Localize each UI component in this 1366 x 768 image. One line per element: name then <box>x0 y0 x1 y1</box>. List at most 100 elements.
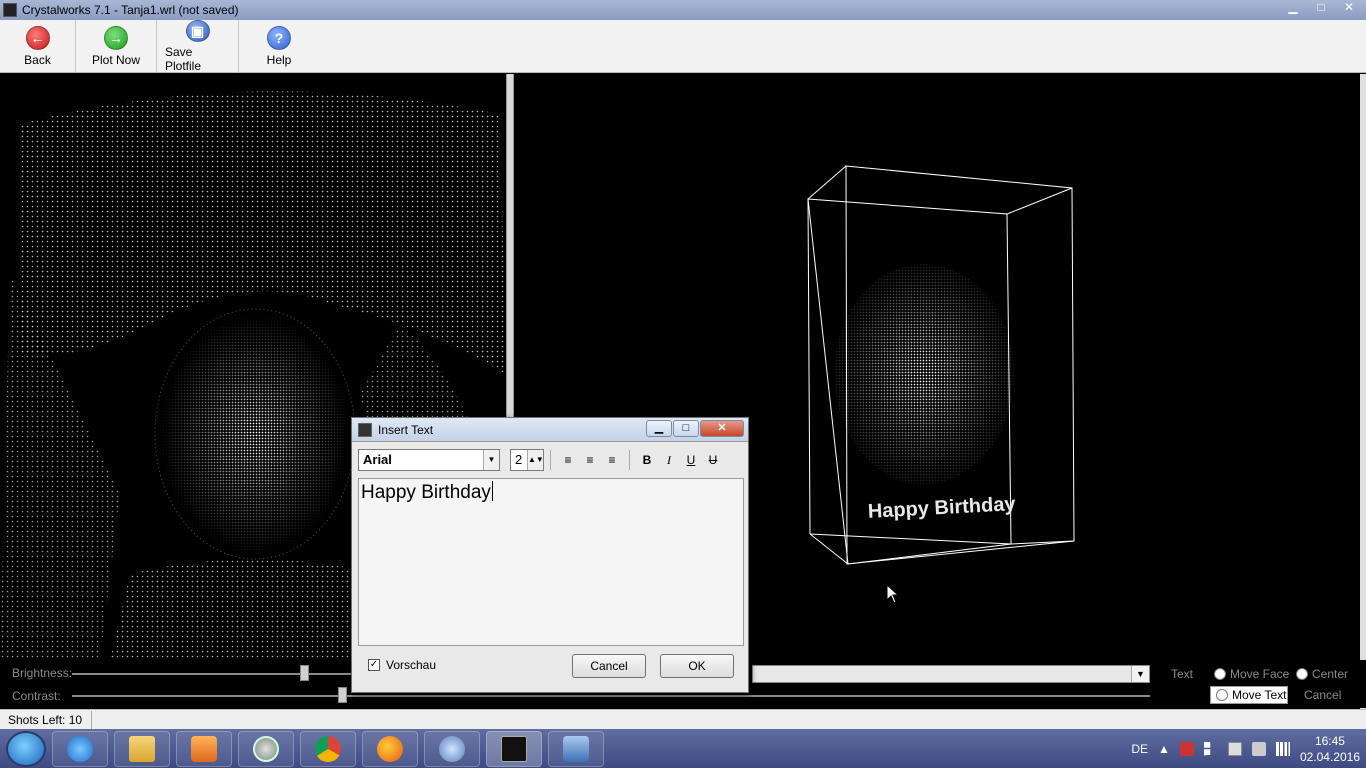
dialog-minimize-button[interactable]: ▁ <box>646 420 672 437</box>
system-clock[interactable]: 16:45 02.04.2016 <box>1300 733 1360 765</box>
forward-arrow-icon: → <box>104 26 128 50</box>
clock-time: 16:45 <box>1314 733 1345 748</box>
windows-taskbar: DE ▲ 16:45 02.04.2016 <box>0 729 1366 768</box>
toolbar-divider <box>550 450 551 470</box>
spinner-arrows-icon[interactable]: ▲▼ <box>527 450 544 470</box>
font-family-select[interactable]: Arial ▼ <box>358 449 500 471</box>
move-text-label: Move Text <box>1232 688 1287 702</box>
internet-explorer-icon <box>67 735 93 762</box>
taskbar-internet-explorer[interactable] <box>52 730 108 767</box>
font-family-value: Arial <box>363 452 392 467</box>
center-radio[interactable]: Center <box>1296 667 1348 681</box>
dialog-ok-button[interactable]: OK <box>660 654 734 678</box>
save-plotfile-label: Save Plotfile <box>165 45 202 73</box>
dialog-title: Insert Text <box>378 422 434 437</box>
text-label: Text <box>1171 667 1194 681</box>
chrome-icon <box>315 735 341 762</box>
language-indicator[interactable]: DE <box>1131 742 1148 756</box>
system-tray: DE ▲ 16:45 02.04.2016 <box>1131 729 1360 768</box>
network-signal-icon[interactable] <box>1275 741 1290 756</box>
brightness-slider-thumb[interactable] <box>300 665 309 681</box>
app-icon <box>3 3 17 17</box>
media-player-icon <box>191 735 217 762</box>
status-bar: Shots Left: 10 <box>0 709 1366 729</box>
strikethrough-button[interactable]: U <box>702 450 724 470</box>
shots-left-status: Shots Left: 10 <box>0 710 92 729</box>
help-question-icon: ? <box>267 26 291 50</box>
action-center-icon[interactable] <box>1227 741 1242 756</box>
window-titlebar: Crystalworks 7.1 - Tanja1.wrl (not saved… <box>0 0 1366 20</box>
taskbar-chrome[interactable] <box>300 730 356 767</box>
panel-cancel-button[interactable]: Cancel <box>1304 688 1341 702</box>
right-scrollbar[interactable] <box>1360 74 1366 714</box>
maximize-button[interactable]: □ <box>1308 0 1334 16</box>
plot-now-button[interactable]: → Plot Now <box>76 20 157 73</box>
brightness-label: Brightness: <box>12 666 73 680</box>
preview-checkbox-label: Vorschau <box>386 658 437 672</box>
start-button[interactable] <box>6 730 46 767</box>
taskbar-file-explorer[interactable] <box>114 730 170 767</box>
text-editor-area[interactable]: Happy Birthday <box>358 478 744 646</box>
center-label: Center <box>1312 667 1349 681</box>
font-size-value: 2 <box>515 452 523 467</box>
chevron-down-icon: ▼ <box>1131 666 1149 682</box>
move-text-radio-circle <box>1216 689 1228 701</box>
minimize-button[interactable]: ▁ <box>1280 0 1306 16</box>
preview-checkbox-box: ✓ <box>368 659 380 671</box>
floppy-disk-icon: ▣ <box>185 20 210 42</box>
dialog-cancel-button[interactable]: Cancel <box>572 654 646 678</box>
taskbar-media-player[interactable] <box>176 730 232 767</box>
dialog-footer: ✓ Vorschau Cancel OK <box>366 654 736 680</box>
tray-expand-icon[interactable]: ▲ <box>1158 742 1170 756</box>
preview-checkbox[interactable]: ✓ Vorschau <box>368 658 436 672</box>
align-right-button[interactable]: ≡ <box>601 450 623 470</box>
dialog-close-button[interactable]: ✕ <box>700 420 744 437</box>
preview-text: Happy Birthday <box>867 493 1017 523</box>
windows-flag-icon[interactable] <box>1203 741 1211 756</box>
italic-icon: I <box>667 452 671 467</box>
taskbar-email[interactable] <box>424 730 480 767</box>
align-center-button[interactable]: ≡ <box>579 450 601 470</box>
close-button[interactable]: ✕ <box>1336 0 1362 16</box>
move-face-radio-circle <box>1214 668 1226 680</box>
text-object-dropdown[interactable]: ▼ <box>752 665 1150 683</box>
move-face-label: Move Face <box>1230 667 1290 681</box>
contrast-slider-thumb[interactable] <box>338 687 347 703</box>
circle-app-icon <box>253 735 279 762</box>
text-caret <box>491 481 493 501</box>
align-left-button[interactable]: ≡ <box>557 450 579 470</box>
taskbar-app-circle[interactable] <box>238 730 294 767</box>
plot-now-label: Plot Now <box>91 53 141 67</box>
strikethrough-icon: U <box>708 453 718 467</box>
help-button[interactable]: ? Help <box>239 20 319 73</box>
dialog-titlebar[interactable]: Insert Text ▁ □ ✕ <box>352 418 748 442</box>
back-label: Back <box>24 53 51 67</box>
insert-text-dialog: Insert Text ▁ □ ✕ Arial ▼ 2 ▲▼ ≡ ≡ ≡ B I… <box>351 417 749 693</box>
italic-button[interactable]: I <box>658 450 680 470</box>
underline-button[interactable]: U <box>680 450 702 470</box>
clock-date: 02.04.2016 <box>1299 749 1360 764</box>
dialog-app-icon <box>358 422 372 437</box>
font-size-stepper[interactable]: 2 ▲▼ <box>510 449 544 471</box>
chevron-down-icon: ▼ <box>483 450 499 470</box>
dialog-maximize-button[interactable]: □ <box>673 420 699 437</box>
move-face-radio[interactable]: Move Face <box>1214 667 1289 681</box>
crystalworks-icon <box>501 735 527 762</box>
device-icon[interactable] <box>1251 741 1266 756</box>
move-text-radio[interactable]: Move Text <box>1210 686 1288 704</box>
underline-icon: U <box>686 453 696 467</box>
help-label: Help <box>266 53 292 67</box>
save-plotfile-button[interactable]: ▣ Save Plotfile <box>157 20 239 73</box>
align-left-icon: ≡ <box>564 453 572 467</box>
taskbar-firefox[interactable] <box>362 730 418 767</box>
bold-icon: B <box>642 453 652 467</box>
taskbar-crystalworks[interactable] <box>486 730 542 767</box>
back-arrow-icon: ← <box>25 26 50 50</box>
toolbar-divider <box>629 450 630 470</box>
taskbar-remote-tool[interactable] <box>548 730 604 767</box>
antivirus-icon[interactable] <box>1179 741 1194 756</box>
back-button[interactable]: ← Back <box>0 20 76 73</box>
network-tool-icon <box>563 735 589 762</box>
contrast-slider-track[interactable] <box>72 695 1150 697</box>
bold-button[interactable]: B <box>636 450 658 470</box>
